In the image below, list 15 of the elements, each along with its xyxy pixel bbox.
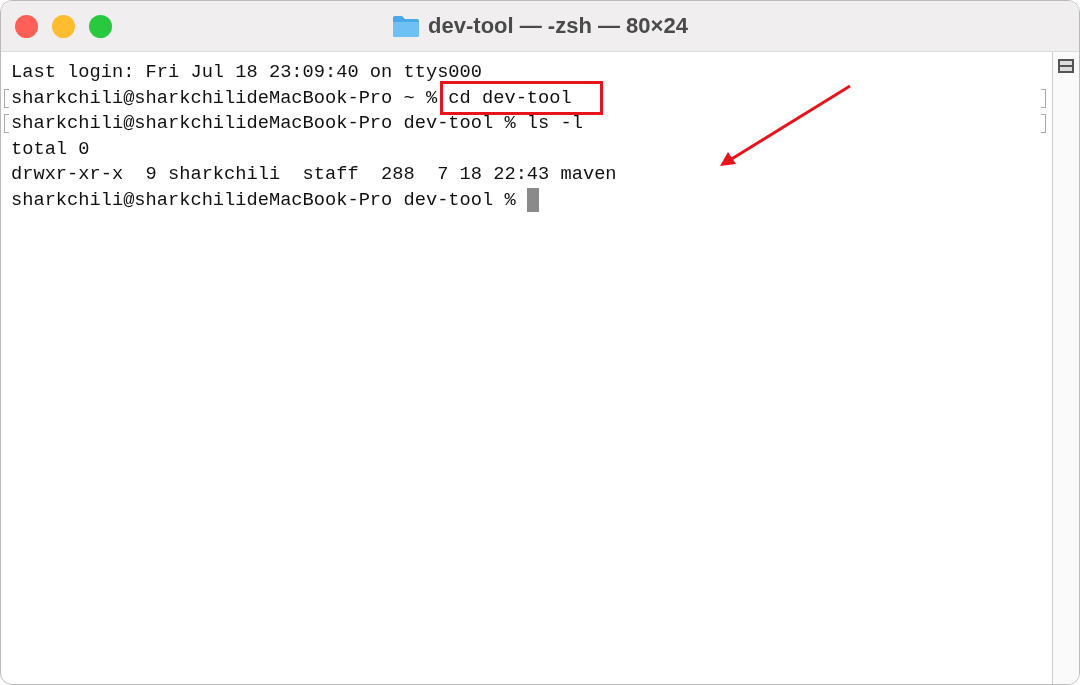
zoom-button[interactable] <box>89 15 112 38</box>
terminal-line: Last login: Fri Jul 18 23:09:40 on ttys000 <box>11 60 482 85</box>
terminal-line: sharkchili@sharkchilideMacBook-Pro dev-tool % ls -l <box>11 111 583 136</box>
terminal-line: total 0 <box>11 136 90 162</box>
line-mark-icon <box>1041 114 1046 134</box>
line-mark-icon <box>1041 88 1046 108</box>
command-text: cd dev-tool <box>443 84 600 113</box>
terminal-line: drwxr-xr-x 9 sharkchili staff 288 7 18 22:43 maven <box>11 162 617 187</box>
split-pane-icon[interactable] <box>1057 58 1075 74</box>
minimize-button[interactable] <box>52 15 75 38</box>
close-button[interactable] <box>15 15 38 38</box>
terminal-line: sharkchili@sharkchilideMacBook-Pro ~ % <box>11 85 439 111</box>
window-title: dev-tool — -zsh — 80×24 <box>428 13 688 39</box>
folder-icon <box>392 14 421 38</box>
terminal-line: sharkchili@sharkchilideMacBook-Pro dev-tool % <box>11 187 517 213</box>
